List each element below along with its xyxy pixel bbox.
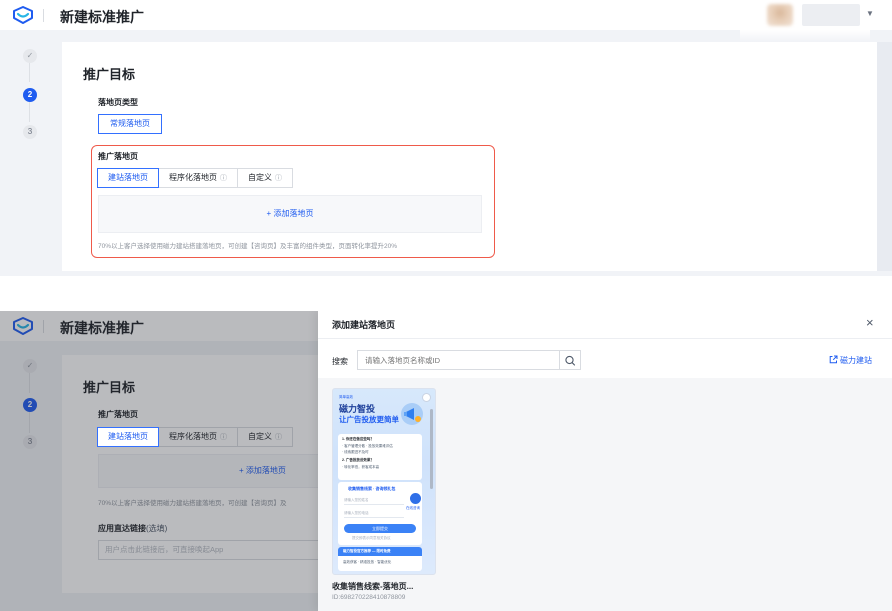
tab-label: 建站落地页	[108, 173, 148, 182]
lp-type-regular-option[interactable]: 常规落地页	[98, 114, 162, 134]
step-indicator: ✓ 2 3	[0, 30, 62, 276]
tab-label: 自定义	[248, 173, 272, 182]
landing-page-name[interactable]: 收集销售线索-落地页...	[332, 581, 413, 592]
app-header: 新建标准推广 ▼	[0, 0, 892, 30]
preview-side-label: 在线咨询	[406, 506, 420, 510]
modal-overlay[interactable]	[0, 311, 318, 611]
header-divider	[43, 9, 44, 22]
preview-q1: 1. 你还在做这些吗？	[342, 437, 374, 441]
search-label: 搜索	[332, 357, 348, 366]
preview-q1b: · 线索跟进不及时	[342, 450, 369, 454]
user-name-redacted[interactable]	[802, 4, 860, 26]
tab-custom[interactable]: 自定义 ⓘ	[237, 168, 293, 188]
preview-form-card: 收集销售线索 · 咨询领礼包 请输入您的姓名 请输入您的电话 立即提交 提交即表…	[338, 482, 422, 545]
help-icon[interactable]: ⓘ	[220, 175, 227, 182]
top-screen: 新建标准推广 ▼ ✓ 2 3 推广目标 落地页类型 常规落地页 推广落地页 建站…	[0, 0, 892, 276]
promo-lp-label: 推广落地页	[98, 152, 138, 161]
step-connector	[29, 61, 30, 82]
search-input[interactable]	[357, 350, 560, 370]
preview-title-2: 让广告投放更简单	[339, 415, 399, 424]
preview-q1a: · 客户管理分散 · 投放效果难评估	[342, 444, 393, 448]
preview-input-name: 请输入您的姓名	[344, 497, 404, 505]
header-shadow	[740, 30, 870, 42]
preview-input-phone: 请输入您的电话	[344, 510, 404, 518]
add-site-lp-drawer: 添加建站落地页 × 搜索 磁力建站 简单高效 磁力智投 让广告投放更简单	[318, 311, 892, 611]
step-2-active: 2	[23, 88, 37, 102]
preview-banner-sub: 高效获客 · 精准投放 · 智能优化	[343, 560, 392, 564]
tab-label: 程序化落地页	[169, 173, 217, 182]
add-landing-page-button[interactable]: + 添加落地页	[98, 195, 482, 233]
landing-page-list: 简单高效 磁力智投 让广告投放更简单 1. 你还在做这些吗？ · 客户管理分散 …	[318, 378, 892, 611]
step-connector	[29, 101, 30, 122]
preview-brand: 简单高效	[339, 395, 353, 399]
tab-site-lp[interactable]: 建站落地页	[97, 427, 159, 447]
thumbnail-scrollbar[interactable]	[430, 409, 433, 489]
step-3-pending: 3	[23, 125, 37, 139]
step-1-done: ✓	[23, 49, 37, 63]
background-app: 新建标准推广 ✓ 2 3 推广目标 推广落地页 建站落地页 程序化落地页 ⓘ 自定…	[0, 311, 328, 611]
magnet-site-link[interactable]: 磁力建站	[829, 355, 872, 366]
app-logo-icon	[13, 6, 33, 24]
preview-q2a: · 转化率低，获客成本高	[342, 465, 380, 469]
preview-banner-title: 磁力智投官方推荐 — 限时免费	[343, 549, 391, 553]
search-button[interactable]	[560, 350, 581, 370]
promo-hint-text: 70%以上客户选择使用磁力建站搭建落地页，可创建【咨询页】及丰富的组件类型，页面…	[98, 243, 398, 250]
help-icon[interactable]: ⓘ	[275, 175, 282, 182]
chevron-down-icon[interactable]: ▼	[866, 9, 874, 18]
landing-page-id: ID:698270228410878809	[332, 594, 406, 601]
tab-programmatic-lp[interactable]: 程序化落地页 ⓘ	[158, 168, 238, 188]
promotion-target-card: 推广目标 落地页类型 常规落地页 推广落地页 建站落地页 程序化落地页 ⓘ 自定义…	[62, 42, 877, 271]
tab-site-lp[interactable]: 建站落地页	[97, 168, 159, 188]
preview-info-card: 1. 你还在做这些吗？ · 客户管理分散 · 投放效果难评估 · 线索跟进不及时…	[338, 434, 422, 480]
preview-banner: 磁力智投官方推荐 — 限时免费 高效获客 · 精准投放 · 智能优化	[338, 547, 422, 571]
close-icon[interactable]: ×	[866, 315, 874, 330]
megaphone-icon	[401, 403, 423, 425]
avatar[interactable]	[767, 4, 793, 26]
right-band	[877, 42, 892, 271]
bottom-screen: 新建标准推广 ✓ 2 3 推广目标 推广落地页 建站落地页 程序化落地页 ⓘ 自定…	[0, 311, 892, 611]
lp-type-label: 落地页类型	[98, 98, 138, 107]
drawer-divider	[318, 338, 892, 339]
page-title: 新建标准推广	[60, 9, 144, 25]
drawer-title: 添加建站落地页	[332, 320, 396, 330]
section-title: 推广目标	[83, 67, 136, 82]
promo-lp-tabs: 建站落地页 程序化落地页 ⓘ 自定义 ⓘ	[97, 168, 293, 188]
landing-page-card-thumbnail[interactable]: 简单高效 磁力智投 让广告投放更简单 1. 你还在做这些吗？ · 客户管理分散 …	[332, 388, 436, 575]
preview-chat-bubble-icon	[410, 493, 421, 504]
external-link-icon	[829, 355, 838, 364]
preview-q2: 2. 广告投放没效果？	[342, 458, 374, 462]
search-icon	[565, 355, 576, 366]
preview-footer-note: 提交即表示同意相关协议	[352, 536, 391, 540]
preview-submit-button: 立即提交	[344, 524, 416, 533]
preview-form-title: 收集销售线索 · 咨询领礼包	[348, 486, 396, 491]
site-link-label: 磁力建站	[840, 356, 872, 365]
